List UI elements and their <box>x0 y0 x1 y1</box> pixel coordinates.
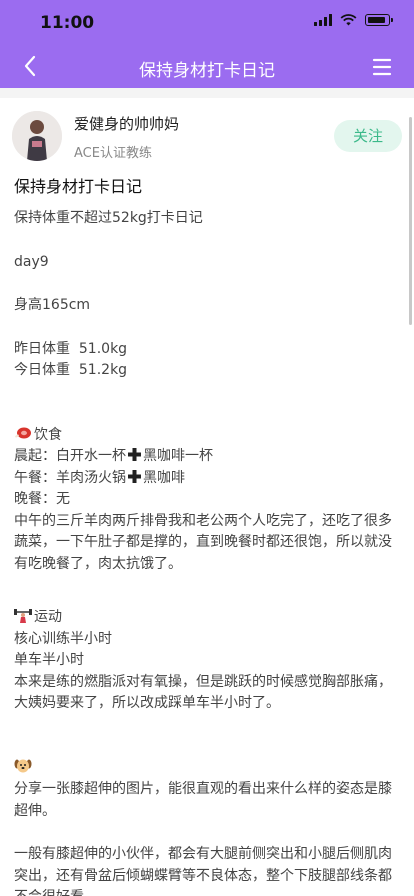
page-title: 保持身材打卡日记 <box>139 61 275 81</box>
height-text: 身高165cm <box>14 297 91 313</box>
header: 11:00 保持身材打卡日记 <box>0 0 414 88</box>
status-icons <box>314 14 393 26</box>
dumbbell-person-icon <box>14 609 32 623</box>
signal-icon <box>314 14 332 26</box>
bike-training: 单车半小时 <box>14 652 84 668</box>
dinner-line: 晚餐：无 <box>14 491 70 507</box>
diet-note: 中午的三斤羊肉两斤排骨我和老公两个人吃完了，还吃了很多蔬菜，一下午肚子都是撑的，… <box>14 512 392 572</box>
weight-today: 今日体重 51.2kg <box>14 362 128 378</box>
article-subtitle: 保持体重不超过52kg打卡日记 <box>14 210 203 226</box>
author-title: ACE认证教练 <box>74 146 152 161</box>
lunch-line: 午餐：羊肉汤火锅 黑咖啡 <box>14 469 185 486</box>
core-training: 核心训练半小时 <box>14 630 112 647</box>
menu-icon <box>372 58 392 76</box>
exercise-heading: 运动 <box>14 607 400 629</box>
divider <box>0 88 414 98</box>
plus-icon <box>128 448 141 461</box>
status-time: 11:00 <box>40 13 95 33</box>
article-body: 保持体重不超过52kg打卡日记 day9 身高165cm 昨日体重 51.0kg… <box>14 208 400 896</box>
battery-icon <box>365 14 393 26</box>
article-title: 保持身材打卡日记 <box>14 177 143 196</box>
meat-icon <box>15 427 31 438</box>
exercise-note: 本来是练的燃脂派对有氧操，但是跳跃的时候感觉胸部胀痛，大姨妈要来了，所以改成踩单… <box>14 673 392 712</box>
menu-button[interactable] <box>368 54 396 80</box>
navbar: 保持身材打卡日记 <box>0 44 414 88</box>
posture-paragraph: 一般有膝超伸的小伙伴，都会有大腿前侧突出和小腿后侧肌肉突出，还有骨盆后倾蝴蝶臂等… <box>14 846 392 896</box>
dog-face-icon <box>14 759 32 772</box>
content[interactable]: 爱健身的帅帅妈 ACE认证教练 关注 保持身材打卡日记 保持体重不超过52kg打… <box>0 88 414 896</box>
breakfast-line: 晨起：白开水一杯 黑咖啡一杯 <box>14 448 213 464</box>
plus-icon <box>128 469 141 483</box>
diet-heading: 饮食 <box>14 425 400 447</box>
wifi-icon <box>340 14 357 26</box>
weight-yesterday: 昨日体重 51.0kg <box>14 340 128 357</box>
avatar[interactable] <box>12 111 62 161</box>
author-card: 爱健身的帅帅妈 ACE认证教练 关注 <box>0 98 414 168</box>
status-bar: 11:00 <box>0 0 414 44</box>
scrollbar[interactable] <box>409 117 412 325</box>
article: 保持身材打卡日记 保持体重不超过52kg打卡日记 day9 身高165cm 昨日… <box>0 176 414 896</box>
follow-button[interactable]: 关注 <box>334 120 402 152</box>
day-label: day9 <box>14 253 49 270</box>
dog-line <box>14 758 400 780</box>
author-name[interactable]: 爱健身的帅帅妈 <box>74 113 179 134</box>
posture-intro: 分享一张膝超伸的图片，能很直观的看出来什么样的姿态是膝超伸。 <box>14 781 392 819</box>
